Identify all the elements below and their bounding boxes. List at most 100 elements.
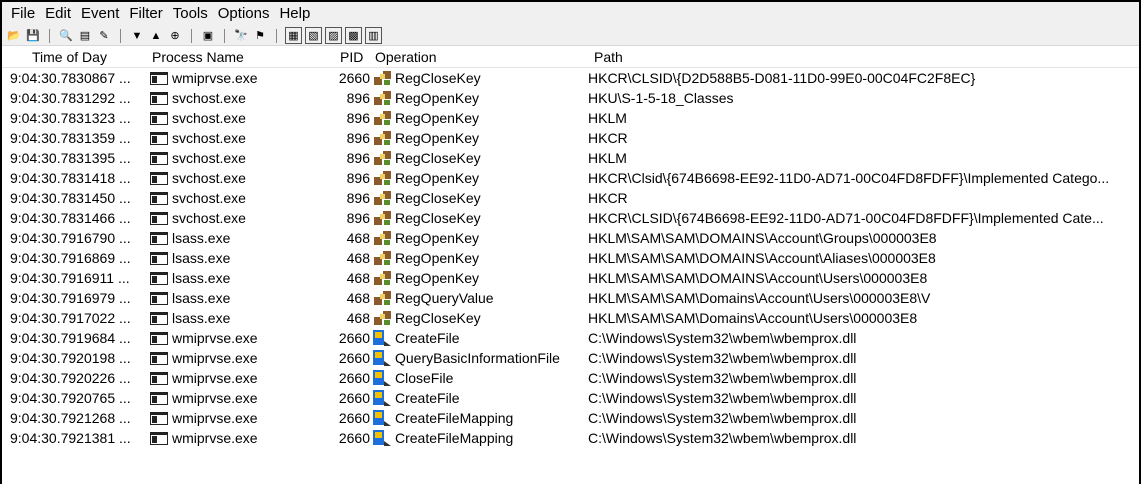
- column-operation[interactable]: Operation: [375, 46, 436, 68]
- operation-name: CreateFile: [395, 390, 460, 406]
- pid-cell: 2660: [338, 390, 370, 406]
- operation-name: RegCloseKey: [395, 210, 481, 226]
- table-row[interactable]: 9:04:30.7920765 ... wmiprvse.exe 2660 Creat…: [2, 388, 1139, 408]
- operation-name: RegOpenKey: [395, 170, 480, 186]
- process-cell: svchost.exe: [148, 208, 310, 228]
- operation-name: RegOpenKey: [395, 110, 480, 126]
- menu-edit[interactable]: Edit: [40, 2, 76, 26]
- registry-icon: [371, 209, 393, 227]
- operation-cell: RegCloseKey: [371, 68, 587, 88]
- open-icon[interactable]: 📂: [6, 28, 22, 44]
- time-cell: 9:04:30.7831395 ...: [10, 150, 131, 166]
- table-row[interactable]: 9:04:30.7920226 ... wmiprvse.exe 2660 Close…: [2, 368, 1139, 388]
- autoscroll-icon[interactable]: ▤: [77, 28, 93, 44]
- table-row[interactable]: 9:04:30.7831292 ... svchost.exe 896 RegOpen…: [2, 88, 1139, 108]
- toolbar-separator: [224, 28, 225, 43]
- menu-options[interactable]: Options: [213, 2, 275, 26]
- target-icon[interactable]: ⊕: [167, 28, 183, 44]
- pid-cell: 2660: [338, 70, 370, 86]
- process-name: lsass.exe: [172, 230, 231, 246]
- table-row[interactable]: 9:04:30.7916869 ... lsass.exe 468 RegOpenKe…: [2, 248, 1139, 268]
- process-window-icon: [150, 431, 168, 445]
- operation-cell: RegQueryValue: [371, 288, 587, 308]
- profiling-activity-icon[interactable]: ▥: [365, 27, 382, 44]
- column-process-name[interactable]: Process Name: [152, 46, 244, 68]
- operation-cell: CloseFile: [371, 368, 587, 388]
- save-icon[interactable]: 💾: [25, 28, 41, 44]
- process-window-icon: [150, 191, 168, 205]
- filter-icon[interactable]: ▼: [129, 28, 145, 44]
- process-tree-icon[interactable]: ▣: [200, 28, 216, 44]
- operation-name: QueryBasicInformationFile: [395, 350, 560, 366]
- table-row[interactable]: 9:04:30.7831450 ... svchost.exe 896 RegClos…: [2, 188, 1139, 208]
- table-row[interactable]: 9:04:30.7916911 ... lsass.exe 468 RegOpenKe…: [2, 268, 1139, 288]
- menu-event[interactable]: Event: [76, 2, 124, 26]
- table-row[interactable]: 9:04:30.7830867 ... wmiprvse.exe 2660 RegCl…: [2, 68, 1139, 88]
- pid-cell: 2660: [338, 410, 370, 426]
- column-pid[interactable]: PID: [340, 46, 363, 68]
- time-cell: 9:04:30.7917022 ...: [10, 310, 131, 326]
- operation-cell: CreateFile: [371, 388, 587, 408]
- operation-cell: RegCloseKey: [371, 188, 587, 208]
- process-window-icon: [150, 111, 168, 125]
- table-row[interactable]: 9:04:30.7831395 ... svchost.exe 896 RegClos…: [2, 148, 1139, 168]
- table-row[interactable]: 9:04:30.7916979 ... lsass.exe 468 RegQueryV…: [2, 288, 1139, 308]
- process-cell: svchost.exe: [148, 88, 310, 108]
- path-cell: C:\Windows\System32\wbem\wbemprox.dll: [588, 330, 857, 346]
- time-cell: 9:04:30.7916790 ...: [10, 230, 131, 246]
- operation-cell: RegOpenKey: [371, 228, 587, 248]
- process-cell: wmiprvse.exe: [148, 368, 310, 388]
- operation-name: RegOpenKey: [395, 230, 480, 246]
- process-name: wmiprvse.exe: [172, 70, 258, 86]
- process-window-icon: [150, 151, 168, 165]
- operation-name: RegCloseKey: [395, 70, 481, 86]
- process-name: svchost.exe: [172, 150, 246, 166]
- column-path[interactable]: Path: [594, 46, 623, 68]
- jump-icon[interactable]: ⚑: [252, 28, 268, 44]
- time-cell: 9:04:30.7916979 ...: [10, 290, 131, 306]
- operation-cell: RegOpenKey: [371, 128, 587, 148]
- find-icon[interactable]: 🔭: [233, 28, 249, 44]
- menu-tools[interactable]: Tools: [168, 2, 213, 26]
- clear-icon[interactable]: ✎: [96, 28, 112, 44]
- table-row[interactable]: 9:04:30.7919684 ... wmiprvse.exe 2660 Creat…: [2, 328, 1139, 348]
- table-row[interactable]: 9:04:30.7921268 ... wmiprvse.exe 2660 Creat…: [2, 408, 1139, 428]
- registry-icon: [371, 189, 393, 207]
- table-row[interactable]: 9:04:30.7921381 ... wmiprvse.exe 2660 Creat…: [2, 428, 1139, 448]
- time-cell: 9:04:30.7916869 ...: [10, 250, 131, 266]
- file-activity-icon[interactable]: ▧: [305, 27, 322, 44]
- path-cell: C:\Windows\System32\wbem\wbemprox.dll: [588, 390, 857, 406]
- path-cell: C:\Windows\System32\wbem\wbemprox.dll: [588, 350, 857, 366]
- procmon-window: File Edit Event Filter Tools Options Hel…: [0, 0, 1141, 484]
- registry-activity-icon[interactable]: ▦: [285, 27, 302, 44]
- file-system-icon: [371, 409, 393, 427]
- operation-cell: CreateFileMapping: [371, 428, 587, 448]
- process-name: wmiprvse.exe: [172, 410, 258, 426]
- network-activity-icon[interactable]: ▨: [325, 27, 342, 44]
- file-system-icon: [371, 369, 393, 387]
- process-window-icon: [150, 271, 168, 285]
- menu-file[interactable]: File: [6, 2, 40, 26]
- table-row[interactable]: 9:04:30.7831418 ... svchost.exe 896 RegOpen…: [2, 168, 1139, 188]
- table-row[interactable]: 9:04:30.7916790 ... lsass.exe 468 RegOpenKe…: [2, 228, 1139, 248]
- magnifier-icon[interactable]: 🔍: [58, 28, 74, 44]
- table-row[interactable]: 9:04:30.7917022 ... lsass.exe 468 RegCloseK…: [2, 308, 1139, 328]
- table-row[interactable]: 9:04:30.7831466 ... svchost.exe 896 RegClos…: [2, 208, 1139, 228]
- table-row[interactable]: 9:04:30.7831359 ... svchost.exe 896 RegOpen…: [2, 128, 1139, 148]
- column-time-of-day[interactable]: Time of Day: [32, 46, 107, 68]
- menu-help[interactable]: Help: [274, 2, 315, 26]
- process-window-icon: [150, 211, 168, 225]
- process-cell: svchost.exe: [148, 188, 310, 208]
- table-row[interactable]: 9:04:30.7831323 ... svchost.exe 896 RegOpen…: [2, 108, 1139, 128]
- registry-icon: [371, 149, 393, 167]
- process-window-icon: [150, 351, 168, 365]
- time-cell: 9:04:30.7920198 ...: [10, 350, 131, 366]
- highlight-icon[interactable]: ▲: [148, 28, 164, 44]
- path-cell: HKLM: [588, 110, 627, 126]
- time-cell: 9:04:30.7831418 ...: [10, 170, 131, 186]
- toolbar: 📂 💾 🔍 ▤ ✎ ▼ ▲ ⊕ ▣ 🔭 ⚑ ▦ ▧ ▨ ▩ ▥: [2, 26, 1139, 46]
- process-cell: svchost.exe: [148, 148, 310, 168]
- table-row[interactable]: 9:04:30.7920198 ... wmiprvse.exe 2660 Query…: [2, 348, 1139, 368]
- menu-filter[interactable]: Filter: [124, 2, 167, 26]
- process-activity-icon[interactable]: ▩: [345, 27, 362, 44]
